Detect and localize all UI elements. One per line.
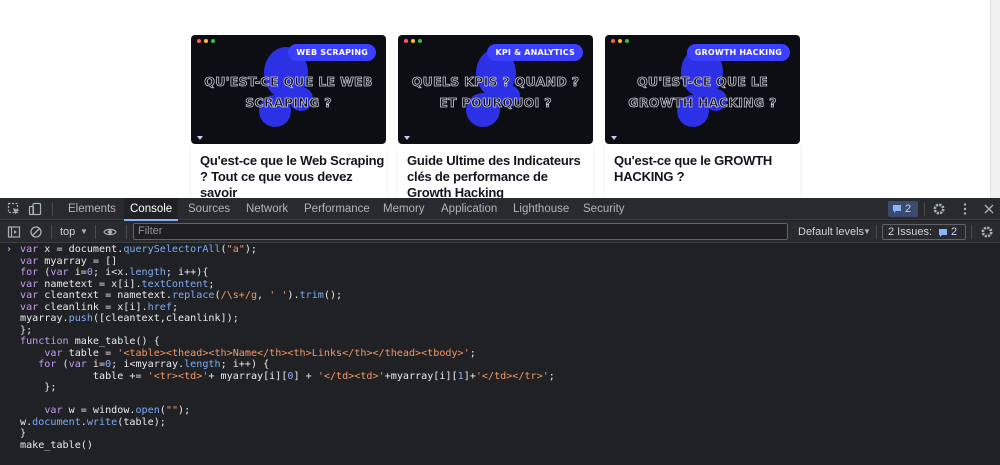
devtools-panel: Elements Console Sources Network Perform…	[0, 198, 1000, 465]
cursor-icon	[197, 136, 203, 140]
category-badge[interactable]: WEB SCRAPING	[288, 44, 376, 61]
code-line: var nametext = x[i].textContent;	[20, 278, 215, 290]
code-line: w.document.write(table);	[20, 416, 166, 428]
device-toolbar-icon[interactable]	[28, 202, 42, 216]
code-line: var cleanlink = x[i].href;	[20, 301, 179, 313]
issues-label: 2 Issues:	[888, 226, 933, 238]
code-line: };	[20, 382, 57, 393]
tab-application[interactable]: Application	[435, 198, 503, 220]
code-line: make_table()	[20, 439, 93, 451]
clear-console-icon[interactable]	[29, 225, 43, 239]
tab-network[interactable]: Network	[240, 198, 294, 220]
message-icon	[939, 229, 947, 237]
code-line: myarray.push([cleantext,cleanlink]);	[20, 313, 239, 324]
code-line: table += '<tr><td>'+ myarray[i][0] + '</…	[20, 370, 555, 382]
article-card[interactable]: GROWTH HACKING QU'EST-CE QUE LE GROWTH H…	[605, 35, 800, 198]
code-line: var table = '<table><thead><th>Name</th>…	[44, 347, 476, 359]
thumbnail-title: QU'EST-CE QUE LE GROWTH HACKING ?	[628, 74, 777, 111]
toolbar-divider	[126, 225, 127, 239]
tab-elements[interactable]: Elements	[62, 198, 122, 220]
article-title-link[interactable]: Guide Ultime des Indicateurs clés de per…	[407, 153, 592, 198]
close-icon[interactable]	[982, 202, 996, 216]
console-settings-gear-icon[interactable]	[980, 225, 994, 239]
inspect-element-icon[interactable]	[7, 202, 21, 216]
show-sidebar-icon[interactable]	[7, 225, 21, 239]
message-icon	[893, 205, 901, 213]
console-filter-input[interactable]: Filter	[133, 223, 788, 240]
page-scrollbar[interactable]	[990, 0, 1000, 198]
article-thumbnail[interactable]: WEB SCRAPING QU'EST-CE QUE LE WEB SCRAPI…	[191, 35, 386, 144]
code-line: var w = window.open("");	[44, 405, 191, 416]
devtools-tabbar: Elements Console Sources Network Perform…	[0, 198, 1000, 221]
issues-button[interactable]: 2 Issues: 2	[882, 224, 966, 240]
code-line: for (var i=0; i<myarray.length; i++) {	[38, 359, 270, 370]
code-line: }	[20, 428, 27, 439]
log-levels-dropdown[interactable]: Default levels	[798, 221, 864, 243]
chevron-down-icon[interactable]: ▼	[80, 221, 88, 243]
thumbnail-title: QUELS KPIS ? QUAND ? ET POURQUOI ?	[411, 74, 580, 111]
console-input-code[interactable]: › var x = document.querySelectorAll("a");…	[0, 244, 1000, 451]
article-card[interactable]: WEB SCRAPING QU'EST-CE QUE LE WEB SCRAPI…	[191, 35, 386, 198]
chevron-down-icon[interactable]: ▼	[863, 221, 871, 243]
console-output[interactable]: › var x = document.querySelectorAll("a");…	[0, 244, 1000, 465]
article-card[interactable]: KPI & ANALYTICS QUELS KPIS ? QUAND ? ET …	[398, 35, 593, 198]
toolbar-divider	[876, 225, 877, 239]
category-badge[interactable]: GROWTH HACKING	[686, 44, 790, 61]
window-dots-icon	[197, 39, 215, 43]
prompt-chevron-icon: ›	[6, 244, 13, 255]
window-dots-icon	[404, 39, 422, 43]
thumbnail-title: QU'EST-CE QUE LE WEB SCRAPING ?	[204, 74, 373, 111]
tab-security[interactable]: Security	[577, 198, 631, 220]
more-options-icon[interactable]	[958, 202, 972, 216]
code-line: var myarray = []	[20, 255, 118, 267]
messages-badge[interactable]: 2	[888, 201, 918, 217]
toolbar-divider	[971, 225, 972, 239]
article-thumbnail[interactable]: KPI & ANALYTICS QUELS KPIS ? QUAND ? ET …	[398, 35, 593, 144]
cursor-icon	[611, 136, 617, 140]
toolbar-divider	[51, 225, 52, 239]
article-title-link[interactable]: Qu'est-ce que le Web Scraping ? Tout ce …	[200, 153, 385, 198]
code-line: for (var i=0; i<x.length; i++){	[20, 267, 209, 278]
messages-count: 2	[905, 203, 912, 215]
tab-console[interactable]: Console	[124, 198, 179, 221]
code-line: var cleantext = nametext.replace(/\s+/g,…	[20, 290, 343, 301]
cursor-icon	[404, 136, 410, 140]
category-badge[interactable]: KPI & ANALYTICS	[487, 44, 583, 61]
tab-memory[interactable]: Memory	[377, 198, 431, 220]
console-toolbar: top ▼ Filter Default levels ▼ 2 Issues: …	[0, 221, 1000, 243]
toolbar-divider	[52, 202, 53, 216]
tab-sources[interactable]: Sources	[182, 198, 236, 220]
code-line: };	[20, 324, 33, 336]
code-line: function make_table() {	[20, 336, 160, 347]
live-expression-eye-icon[interactable]	[103, 225, 117, 239]
tab-performance[interactable]: Performance	[298, 198, 376, 220]
window-dots-icon	[611, 39, 629, 43]
tab-lighthouse[interactable]: Lighthouse	[507, 198, 575, 220]
code-line: var x = document.querySelectorAll("a");	[20, 244, 258, 255]
toolbar-divider	[95, 225, 96, 239]
article-title-link[interactable]: Qu'est-ce que le GROWTH HACKING ?	[614, 153, 799, 185]
context-selector[interactable]: top	[60, 221, 75, 243]
article-thumbnail[interactable]: GROWTH HACKING QU'EST-CE QUE LE GROWTH H…	[605, 35, 800, 144]
webpage-viewport: WEB SCRAPING QU'EST-CE QUE LE WEB SCRAPI…	[0, 0, 1000, 198]
issues-count: 2	[951, 226, 958, 238]
toolbar-divider	[924, 202, 925, 216]
settings-gear-icon[interactable]	[932, 202, 946, 216]
